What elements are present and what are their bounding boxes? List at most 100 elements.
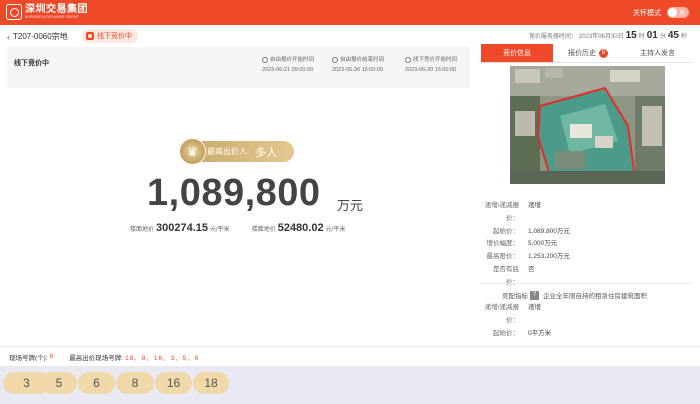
param-value: 5,000万元 [528, 240, 558, 248]
chevron-left-icon: ‹ [7, 31, 10, 42]
logo-icon [6, 4, 22, 20]
paddle-chip[interactable]: 18 [193, 372, 229, 394]
paddle-chip[interactable]: 6 [78, 372, 115, 394]
param-value: 递增 [528, 202, 541, 209]
param-row: 是否有底价： 否 [481, 264, 570, 290]
schedule-title: 线下竞价中 [14, 60, 49, 67]
clock-icon [262, 57, 268, 63]
rule-params: 递增/递减报价： 递增 起始价： 0平方米 [481, 302, 551, 340]
param-value: 0平方米 [528, 329, 552, 337]
divider [481, 283, 692, 284]
bid-params: 递增/递减报价： 递增 起始价： 1,089,800万元 增价幅度： 5,000万元 … [481, 200, 570, 290]
toggle-knob [668, 8, 677, 17]
care-mode-toggle[interactable]: 关 [667, 7, 689, 18]
care-mode-label: 关怀模式 [633, 9, 661, 17]
param-key: 递增/递减报价： [484, 304, 519, 324]
time-value: 2023-06-21 09:00:00 [262, 67, 314, 73]
server-time-hour: 15 [625, 30, 637, 41]
server-time-date: 2023年06月30日 [578, 34, 624, 40]
server-time-minute: 01 [646, 30, 658, 41]
price-unit: 万元 [337, 198, 364, 213]
param-key: 是否有底价： [493, 265, 519, 286]
toggle-text: 关 [679, 11, 686, 17]
time-value: 2023-06-30 15:00:00 [405, 67, 457, 73]
tab-host-speech[interactable]: 主持人发言 [623, 44, 692, 62]
top-bidder-value: 多人 [255, 146, 278, 159]
param-row: 最高限价： 1,253,200万元 [481, 251, 570, 264]
param-value: 否 [528, 265, 535, 273]
paddle-count-value: 6 [49, 353, 54, 360]
param-key: 增价幅度： [486, 240, 520, 248]
logo-name: 深圳交易集团 [25, 4, 88, 15]
tab-label: 报价历史 [568, 50, 596, 57]
param-key: 起始价： [493, 227, 519, 235]
floor-price-unit: 元/平米 [210, 227, 230, 233]
param-value: 递增 [528, 304, 541, 311]
clock-icon [332, 57, 338, 63]
plot-title: T207-0060宗地 [13, 32, 68, 41]
land-price-label: 楼面地价 [251, 227, 276, 233]
floor-price-value: 300274.15 [156, 222, 209, 234]
offline-bid-start: 线下竞价开始时间 2023-06-30 15:00:00 [405, 55, 457, 75]
hour-unit: 时 [638, 34, 645, 40]
tab-label: 主持人发言 [640, 50, 675, 57]
logo-subtitle: SHENZHEN EXCHANGE GROUP [25, 15, 79, 19]
server-time-label: 竞价服务器时间： [528, 34, 577, 40]
top-bidder-label: 最高出价人: [207, 147, 250, 156]
free-bid-start: 自由报价开始时间 2023-06-21 09:00:00 [262, 55, 314, 75]
crown-icon: ♛ [179, 138, 206, 165]
second-unit: 秒 [680, 34, 687, 40]
status-text: 线下竞价中 [97, 33, 132, 40]
param-row: 递增/递减报价： 递增 [481, 302, 551, 328]
param-row: 增价幅度： 5,000万元 [481, 238, 570, 251]
time-label: 自由报价结束时间 [340, 57, 385, 63]
param-key: 最高限价： [486, 253, 520, 261]
back-to-plot[interactable]: ‹ T207-0060宗地 [7, 31, 68, 42]
schedule-box: 线下竞价中 自由报价开始时间 2023-06-21 09:00:00 自由报价结… [7, 47, 470, 88]
bidder-summary: 现场号牌(个): 6 最高出价现场号牌: 18、8、16、3、5、6 [0, 346, 700, 366]
indicator-value: 企业全年限自持的租赁住房建筑面积 [543, 293, 647, 300]
param-value: 1,089,800万元 [528, 227, 570, 235]
time-label: 自由报价开始时间 [270, 57, 315, 63]
highest-paddles-value: 18、8、16、3、5、6 [125, 354, 200, 362]
paddle-count-label: 现场号牌(个): [9, 354, 48, 362]
param-row: 递增/递减报价： 递增 [481, 200, 570, 226]
history-count-badge: 6 [599, 48, 608, 58]
highest-paddles-label: 最高出价现场号牌: [69, 354, 124, 362]
time-value: 2023-06-30 15:00:00 [332, 67, 384, 73]
aerial-image [510, 66, 665, 184]
clock-icon [405, 57, 411, 63]
param-row: 起始价： 1,089,800万元 [481, 226, 570, 239]
logo[interactable]: 深圳交易集团 SHENZHEN EXCHANGE GROUP [6, 4, 88, 20]
indicator-label: 竞配指标 [502, 293, 528, 300]
free-bid-end: 自由报价结束时间 2023-06-30 15:00:00 [332, 55, 384, 75]
top-bar: 深圳交易集团 SHENZHEN EXCHANGE GROUP 关怀模式 关 [0, 0, 700, 25]
tab-label: 竞价信息 [503, 50, 531, 57]
right-panel: 竞价信息 报价历史 6 主持人发言 [481, 44, 692, 63]
param-value: 1,253,200万元 [528, 253, 570, 261]
server-time-second: 45 [667, 30, 679, 41]
care-mode: 关怀模式 关 [633, 7, 689, 18]
gavel-icon [86, 32, 94, 40]
paddle-chip[interactable]: 5 [41, 372, 77, 394]
minute-unit: 分 [659, 34, 666, 40]
tab-bid-history[interactable]: 报价历史 6 [553, 44, 623, 62]
tab-bar: 竞价信息 报价历史 6 主持人发言 [481, 44, 692, 63]
status-badge: 线下竞价中 [82, 29, 138, 43]
time-label: 线下竞价开始时间 [413, 57, 458, 63]
current-price: 1,089,800 [147, 172, 321, 214]
tab-bid-info[interactable]: 竞价信息 [481, 44, 553, 62]
indicator-row: 竞配指标 ? 企业全年限自持的租赁住房建筑面积 [481, 290, 647, 300]
paddle-chip[interactable]: 8 [116, 372, 154, 394]
floor-price-label: 楼面地价 [130, 227, 155, 233]
paddle-chip[interactable]: 16 [155, 372, 192, 394]
plot-aerial-photo[interactable] [510, 66, 665, 184]
param-row: 起始价： 0平方米 [481, 328, 551, 341]
land-price-unit: 元/平米 [325, 227, 346, 233]
param-key: 起始价： [493, 329, 519, 337]
paddle-number-list: 3 5 6 8 16 18 [0, 366, 700, 404]
land-price-value: 52480.02 [277, 222, 324, 234]
help-icon[interactable]: ? [530, 290, 539, 300]
param-key: 递增/递减报价： [484, 202, 519, 222]
server-time: 竞价服务器时间： 2023年06月30日 15 时 01 分 45 秒 [529, 30, 687, 41]
